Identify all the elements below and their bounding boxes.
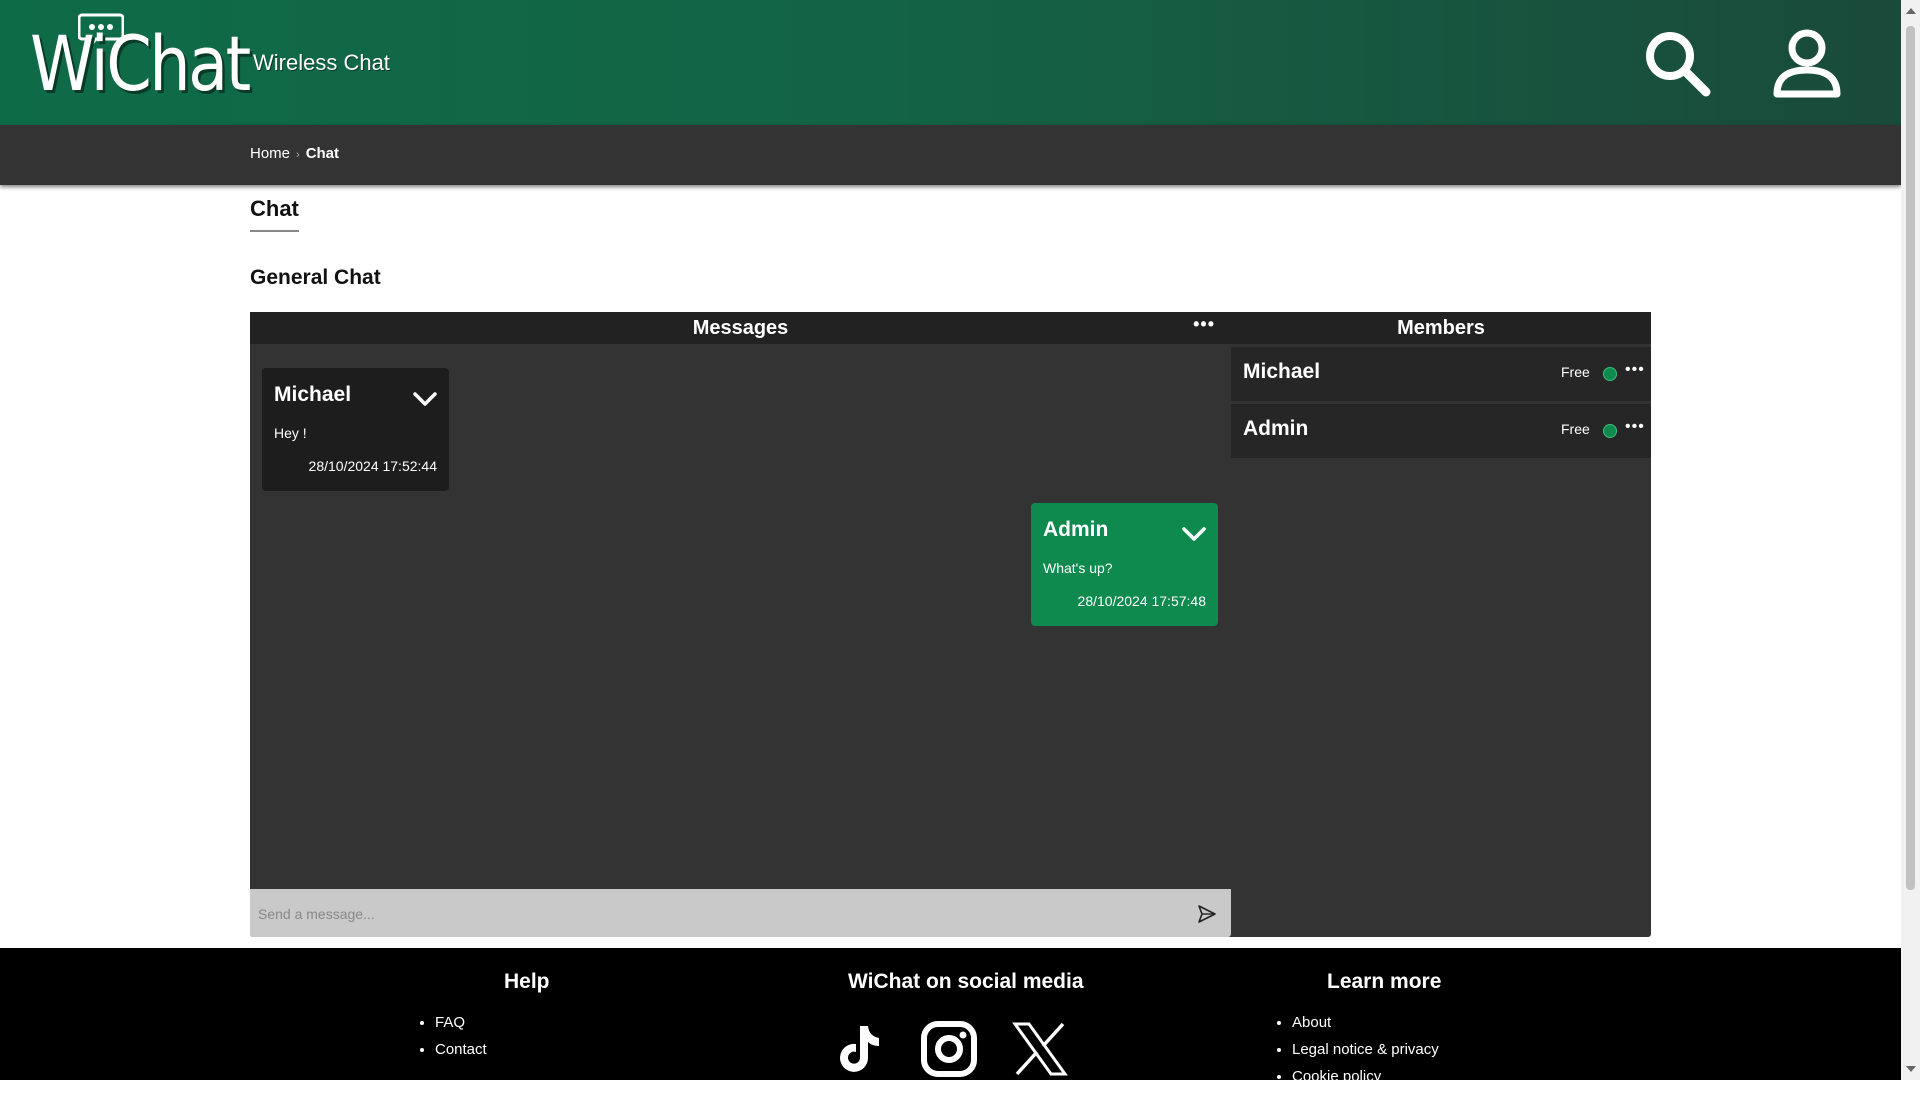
footer-link-contact[interactable]: Contact xyxy=(435,1041,487,1058)
messages-header-label: Messages xyxy=(692,317,789,339)
more-options-icon[interactable]: ••• xyxy=(1625,418,1645,436)
chevron-down-icon[interactable] xyxy=(413,392,437,406)
user-icon[interactable] xyxy=(1770,26,1844,100)
chevron-down-icon[interactable] xyxy=(1182,527,1206,541)
footer-help-title: Help xyxy=(504,970,550,993)
scroll-down-icon[interactable] xyxy=(1906,1066,1916,1072)
scroll-up-icon[interactable] xyxy=(1906,8,1916,14)
footer-help-list: FAQ Contact xyxy=(415,1014,487,1068)
footer-link-legal[interactable]: Legal notice & privacy xyxy=(1292,1041,1439,1058)
online-indicator xyxy=(1603,424,1617,438)
chat-panel: Messages ••• Members Michael Hey ! 28/10… xyxy=(250,312,1651,937)
page-scrollbar[interactable] xyxy=(1901,0,1920,1080)
footer-link-faq[interactable]: FAQ xyxy=(435,1014,487,1031)
more-options-icon[interactable]: ••• xyxy=(1193,314,1215,334)
x-icon[interactable] xyxy=(1011,1020,1069,1078)
member-name: Admin xyxy=(1243,417,1309,440)
search-icon[interactable] xyxy=(1640,26,1714,100)
message-author: Michael xyxy=(274,383,352,406)
message-timestamp: 28/10/2024 17:52:44 xyxy=(308,458,437,474)
scrollbar-thumb[interactable] xyxy=(1906,26,1915,890)
logo-text: WiChat xyxy=(30,19,251,108)
more-options-icon[interactable]: ••• xyxy=(1625,361,1645,379)
message-bubble: Admin What's up? 28/10/2024 17:57:48 xyxy=(1031,503,1218,626)
member-status: Free xyxy=(1561,364,1590,380)
footer-link-cookies[interactable]: Cookie policy xyxy=(1292,1068,1439,1085)
footer-social-title: WiChat on social media xyxy=(848,970,1084,993)
member-row[interactable]: Michael Free ••• xyxy=(1231,347,1651,401)
members-header: Members xyxy=(1231,312,1651,344)
message-input[interactable] xyxy=(256,899,1160,929)
tiktok-icon[interactable] xyxy=(830,1020,888,1078)
breadcrumb-bar: Home › Chat xyxy=(0,125,1901,185)
send-icon[interactable] xyxy=(1196,903,1218,925)
instagram-icon[interactable] xyxy=(920,1020,978,1078)
site-footer: Help FAQ Contact WiChat on social media … xyxy=(0,948,1901,1085)
message-composer xyxy=(250,889,1231,937)
message-text: Hey ! xyxy=(274,425,307,441)
messages-header: Messages ••• xyxy=(250,312,1231,344)
message-author: Admin xyxy=(1043,518,1109,541)
member-row[interactable]: Admin Free ••• xyxy=(1231,404,1651,458)
breadcrumb-separator: › xyxy=(296,149,300,161)
site-header: WiChat Wireless Chat xyxy=(0,0,1901,125)
footer-link-about[interactable]: About xyxy=(1292,1014,1439,1031)
breadcrumb-home[interactable]: Home xyxy=(250,145,290,162)
message-timestamp: 28/10/2024 17:57:48 xyxy=(1077,593,1206,609)
breadcrumb-current: Chat xyxy=(305,145,340,162)
wichat-logo[interactable]: WiChat xyxy=(30,8,251,108)
message-text: What's up? xyxy=(1043,560,1113,576)
member-name: Michael xyxy=(1243,360,1321,383)
footer-learn-title: Learn more xyxy=(1327,970,1442,993)
online-indicator xyxy=(1603,367,1617,381)
section-title: General Chat xyxy=(250,266,381,289)
page-title: Chat xyxy=(250,196,299,232)
breadcrumb: Home › Chat xyxy=(250,145,339,162)
footer-learn-list: About Legal notice & privacy Cookie poli… xyxy=(1272,1014,1439,1095)
site-tagline: Wireless Chat xyxy=(253,50,390,75)
message-bubble: Michael Hey ! 28/10/2024 17:52:44 xyxy=(262,368,449,491)
member-status: Free xyxy=(1561,421,1590,437)
